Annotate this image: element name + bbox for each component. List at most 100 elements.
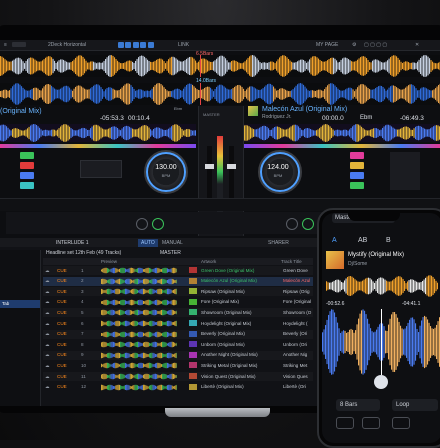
row-cue-label[interactable]: CUE — [57, 278, 71, 283]
overview-waveform-deck2[interactable] — [0, 83, 440, 105]
row-number: 4 — [81, 299, 91, 304]
hotcue-pad[interactable] — [350, 182, 364, 189]
grid-icon[interactable] — [133, 42, 139, 48]
mode-selector[interactable] — [12, 42, 26, 47]
hotcue-pad[interactable] — [20, 172, 34, 179]
row-preview-waveform[interactable] — [101, 373, 177, 380]
play-button-deck2[interactable] — [302, 218, 314, 230]
deck-b-button[interactable]: B — [386, 237, 391, 244]
loop-out-button[interactable] — [362, 417, 380, 429]
row-cue-label[interactable]: CUE — [57, 374, 71, 379]
row-preview-waveform[interactable] — [101, 288, 177, 295]
link-label[interactable]: LINK — [178, 42, 189, 48]
row-cue-label[interactable]: CUE — [57, 352, 71, 357]
row-cue-label[interactable]: CUE — [57, 289, 71, 294]
cue-button-deck1[interactable] — [136, 218, 148, 230]
row-preview-waveform[interactable] — [101, 362, 177, 369]
row-preview-waveform[interactable] — [101, 320, 177, 327]
hotcue-pad[interactable] — [20, 162, 34, 169]
cue-button-deck2[interactable] — [286, 218, 298, 230]
table-row[interactable]: ☁CUE1Green Dove (Original Mix)Green Dove — [43, 266, 313, 275]
sync-icon[interactable] — [148, 42, 154, 48]
hotcue-pad[interactable] — [350, 162, 364, 169]
row-cloud-icon: ☁ — [45, 352, 50, 358]
table-row[interactable]: ☁CUE3Ripsaw (Original Mix)Ripsaw (Orig — [43, 287, 313, 296]
table-row[interactable]: ☁CUE10Striking Metal (Original Mix)Strik… — [43, 361, 313, 370]
row-preview-waveform[interactable] — [101, 331, 177, 338]
rec-icon[interactable] — [118, 42, 124, 48]
table-row[interactable]: ☁CUE7Beverly (Original Mix)Beverly (Ori — [43, 330, 313, 339]
row-preview-waveform[interactable] — [101, 309, 177, 316]
row-cloud-icon: ☁ — [45, 268, 50, 274]
sharer-button[interactable]: SHARER — [268, 240, 289, 246]
row-preview-waveform[interactable] — [101, 384, 177, 391]
row-cue-label[interactable]: CUE — [57, 268, 71, 273]
row-artwork — [189, 309, 197, 315]
row-cue-label[interactable]: CUE — [57, 384, 71, 389]
table-row[interactable]: ☁CUE8Unborn (Original Mix)Unborn (Ori — [43, 340, 313, 349]
row-artwork — [189, 362, 197, 368]
row-preview-waveform[interactable] — [101, 267, 177, 274]
manual-button[interactable]: MANUAL — [162, 240, 183, 246]
table-row[interactable]: ☁CUE11Vision Quest (Original Mix)Vision … — [43, 372, 313, 381]
close-icon[interactable]: ✕ — [415, 42, 419, 48]
my-page-label[interactable]: MY PAGE — [316, 42, 338, 48]
row-preview-waveform[interactable] — [101, 278, 177, 285]
cloud-icon[interactable] — [140, 42, 146, 48]
deck2-title: Malecón Azul (Original Mix) — [262, 106, 347, 113]
table-row[interactable]: ☁CUE9Another Night (Original Mix)Another… — [43, 351, 313, 360]
row-number: 7 — [81, 331, 91, 336]
row-number: 9 — [81, 352, 91, 357]
auto-button[interactable]: AUTO — [138, 239, 158, 247]
link-icon[interactable] — [125, 42, 131, 48]
hotcue-pad[interactable] — [350, 152, 364, 159]
col-preview[interactable]: Preview — [101, 259, 117, 264]
beat-loop-select[interactable]: 8 Bars — [336, 399, 380, 411]
loop-select[interactable]: Loop — [392, 399, 438, 411]
row-cue-label[interactable]: CUE — [57, 321, 71, 326]
row-preview-waveform[interactable] — [101, 341, 177, 348]
deck2-jog-ring — [260, 152, 300, 192]
row-cue-label[interactable]: CUE — [57, 342, 71, 347]
table-row[interactable]: ☁CUE2Malecón Azul (Original Mix)Malecón … — [43, 277, 313, 286]
row-cue-label[interactable]: CUE — [57, 331, 71, 336]
loop-in-button[interactable] — [336, 417, 354, 429]
overview-waveform-deck1[interactable] — [0, 55, 440, 77]
menu-icon[interactable]: ≡ — [4, 42, 7, 48]
deck2-zoom-waveform[interactable] — [244, 124, 440, 142]
table-row[interactable]: ☁CUE5Showroom (Original Mix)Showroom (O — [43, 308, 313, 317]
phone-notch — [348, 212, 400, 221]
deck1-pitch-area[interactable] — [80, 160, 122, 178]
col-title[interactable]: Track Title — [281, 259, 302, 264]
deck1-zoom-waveform[interactable] — [0, 124, 196, 142]
deck2-remaining: -06:49.3 — [400, 115, 424, 122]
channel-fader-1[interactable] — [207, 146, 212, 206]
hotcue-pad[interactable] — [20, 152, 34, 159]
hotcue-pad[interactable] — [350, 172, 364, 179]
hotcue-pad[interactable] — [20, 182, 34, 189]
deck-ab-button[interactable]: AB — [358, 237, 367, 244]
row-cue-label[interactable]: CUE — [57, 363, 71, 368]
table-row[interactable]: ☁CUE4Fore (Original Mix)Fore (Original — [43, 298, 313, 307]
phone-zoom-waveform[interactable] — [322, 309, 440, 375]
reloop-button[interactable] — [392, 417, 410, 429]
phone-overview-waveform[interactable] — [326, 275, 438, 297]
settings-icon[interactable]: ⚙ — [352, 42, 356, 48]
play-button-deck1[interactable] — [152, 218, 164, 230]
row-preview-waveform[interactable] — [101, 352, 177, 359]
row-number: 3 — [81, 289, 91, 294]
layout-mode-select[interactable]: 2Deck Horizontal — [48, 42, 86, 48]
row-cloud-icon: ☁ — [45, 363, 50, 369]
row-preview-waveform[interactable] — [101, 299, 177, 306]
row-cue-label[interactable]: CUE — [57, 299, 71, 304]
table-row[interactable]: ☁CUE6Hoydelight (Original Mix)Hoydelight… — [43, 319, 313, 328]
phone-artwork — [326, 251, 344, 269]
crossfader-select[interactable]: INTERLUDE 1 — [56, 240, 89, 246]
table-row[interactable]: ☁CUE12Libertè (Original Mix)Libertè (Ori — [43, 383, 313, 392]
row-cue-label[interactable]: CUE — [57, 310, 71, 315]
deck-a-button[interactable]: A — [332, 237, 337, 244]
phone-playhead-marker[interactable] — [374, 375, 388, 389]
col-artwork[interactable]: Artwork — [201, 259, 216, 264]
channel-fader-2[interactable] — [229, 146, 234, 206]
deck2-pitch-slider[interactable] — [390, 152, 420, 190]
